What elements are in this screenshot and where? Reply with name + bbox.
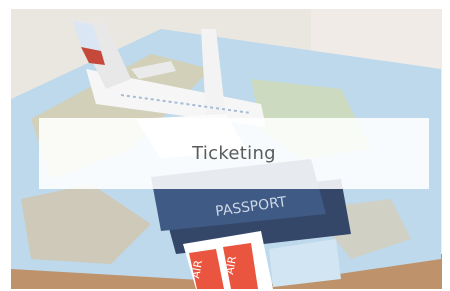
ticketing-card[interactable]: PASSPORT AIR AIR Ticketing bbox=[11, 9, 442, 289]
card-title: Ticketing bbox=[192, 143, 276, 164]
title-overlay: Ticketing bbox=[39, 118, 429, 189]
